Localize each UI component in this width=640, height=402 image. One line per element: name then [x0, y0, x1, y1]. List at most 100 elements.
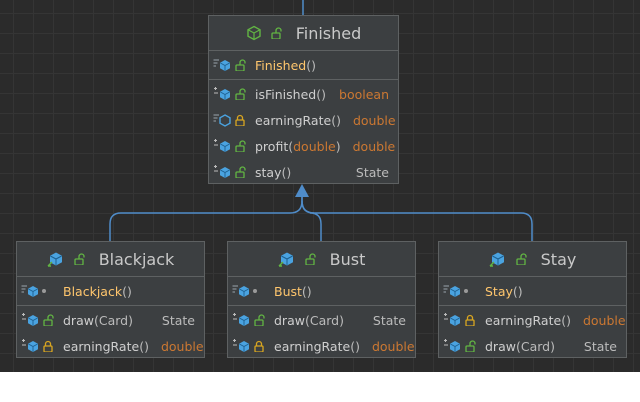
package-visibility-icon [42, 289, 46, 293]
member-params: () [350, 338, 360, 354]
class-header[interactable]: Blackjack [17, 242, 204, 277]
override-method-icon [443, 338, 461, 354]
public-unlock-icon [253, 314, 265, 326]
protected-lock-icon [234, 114, 246, 126]
member-icons [443, 283, 485, 299]
member-icons [213, 112, 255, 128]
public-unlock-icon [234, 140, 246, 152]
member-params: () [561, 312, 571, 328]
public-unlock-icon [515, 253, 527, 265]
member-name: isFinished [255, 86, 317, 102]
member-params: () [306, 57, 316, 73]
method-row[interactable]: earningRate() double [17, 333, 204, 359]
member-params: () [316, 86, 326, 102]
class-header[interactable]: Finished [209, 16, 398, 51]
member-params: (Card) [304, 312, 344, 328]
member-icons [443, 312, 485, 328]
class-stay[interactable]: Stay Stay() earningRate() double draw (Car… [438, 241, 627, 358]
member-icons [213, 138, 255, 154]
constructor-row[interactable]: Finished() [209, 52, 398, 78]
class-name: Bust [329, 249, 366, 269]
connector-blackjack [109, 195, 303, 242]
member-name: draw [63, 312, 94, 328]
override-method-icon [443, 312, 461, 328]
member-params: (Card) [93, 312, 133, 328]
member-return-type: double [160, 338, 204, 354]
constructor-row[interactable]: Bust() [228, 278, 415, 304]
class-icon [489, 251, 507, 267]
public-unlock-icon [304, 253, 316, 265]
constructors-section: Blackjack() [17, 277, 204, 306]
methods-section: draw (Card) State earningRate() double [228, 306, 415, 360]
member-params: () [331, 112, 341, 128]
member-return-type: double [371, 338, 415, 354]
class-icon [47, 251, 65, 267]
class-icon [278, 251, 296, 267]
member-params: (Card) [515, 338, 555, 354]
constructor-icon [213, 57, 231, 73]
member-name: draw [274, 312, 305, 328]
method-row[interactable]: draw (Card) State [17, 307, 204, 333]
uml-diagram-canvas[interactable]: Finished Finished() isFinished() boolean e… [0, 0, 640, 372]
protected-lock-icon [42, 340, 54, 352]
member-icons [213, 164, 255, 180]
member-return-type: State [583, 338, 617, 354]
class-finished[interactable]: Finished Finished() isFinished() boolean e… [208, 15, 399, 184]
member-icons [21, 283, 63, 299]
class-bust[interactable]: Bust Bust() draw (Card) State earningRate(… [227, 241, 416, 358]
member-params: () [281, 164, 292, 180]
constructor-row[interactable]: Blackjack() [17, 278, 204, 304]
package-visibility-icon [253, 289, 257, 293]
constructors-section: Finished() [209, 51, 398, 80]
constructor-icon [232, 283, 250, 299]
abstract-method-icon [213, 112, 231, 128]
public-unlock-icon [270, 27, 282, 39]
public-unlock-icon [234, 88, 246, 100]
class-name: Blackjack [98, 249, 175, 269]
override-method-icon [213, 138, 231, 154]
method-row[interactable]: isFinished() boolean [209, 81, 398, 107]
class-name: Finished [295, 23, 362, 43]
method-row[interactable]: draw (Card) State [439, 333, 626, 359]
method-row[interactable]: earningRate() double [209, 107, 398, 133]
protected-lock-icon [253, 340, 265, 352]
method-row[interactable]: earningRate() double [439, 307, 626, 333]
member-icons [21, 312, 63, 328]
class-name: Stay [540, 249, 577, 269]
member-return-type: State [372, 312, 406, 328]
member-name: Blackjack [63, 283, 123, 299]
methods-section: draw (Card) State earningRate() double [17, 306, 204, 360]
override-method-icon [232, 312, 250, 328]
member-name: Bust [274, 283, 302, 299]
public-unlock-icon [73, 253, 85, 265]
public-unlock-icon [464, 340, 476, 352]
member-params: () [139, 338, 149, 354]
override-method-icon [21, 338, 39, 354]
class-header[interactable]: Stay [439, 242, 626, 277]
override-method-icon [232, 338, 250, 354]
constructor-icon [21, 283, 39, 299]
methods-section: isFinished() boolean earningRate() double p… [209, 80, 398, 186]
method-row[interactable]: profit (double) double [209, 133, 398, 159]
public-unlock-icon [234, 166, 246, 178]
override-method-icon [213, 86, 231, 102]
method-row[interactable]: stay() State [209, 159, 398, 185]
abstract-class-icon [246, 25, 262, 41]
member-name: earningRate [255, 112, 332, 128]
class-header[interactable]: Bust [228, 242, 415, 277]
member-icons [232, 338, 274, 354]
member-name: stay [255, 164, 282, 180]
method-row[interactable]: earningRate() double [228, 333, 415, 359]
class-blackjack[interactable]: Blackjack Blackjack() draw (Card) State ea… [16, 241, 205, 358]
member-return-type: double [582, 312, 626, 328]
public-unlock-icon [42, 314, 54, 326]
member-name: earningRate [485, 312, 562, 328]
connector-stay [301, 195, 533, 242]
member-params: () [301, 283, 312, 299]
member-return-type: State [355, 164, 389, 180]
package-visibility-icon [464, 289, 468, 293]
method-row[interactable]: draw (Card) State [228, 307, 415, 333]
member-return-type: double [352, 112, 396, 128]
connector-bust [301, 200, 322, 242]
constructor-row[interactable]: Stay() [439, 278, 626, 304]
